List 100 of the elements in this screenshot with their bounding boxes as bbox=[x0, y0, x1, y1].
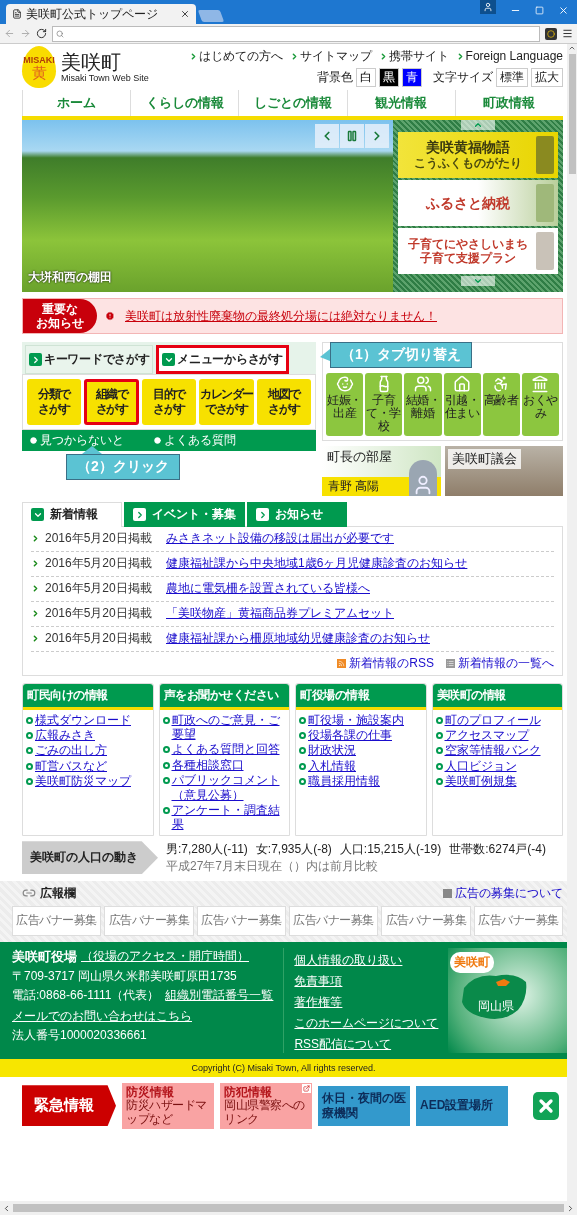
menu-icon[interactable] bbox=[562, 28, 573, 39]
browser-tab[interactable]: 美咲町公式トップページ bbox=[6, 4, 196, 24]
search-tab[interactable]: メニューからさがす bbox=[156, 345, 289, 374]
info-link[interactable]: 美咲町例規集 bbox=[444, 774, 517, 789]
maximize-icon[interactable] bbox=[535, 6, 544, 15]
new-tab-button[interactable] bbox=[197, 10, 225, 22]
news-footer-link[interactable]: 新着情報の一覧へ bbox=[446, 654, 554, 672]
emergency-link[interactable]: AED設置場所 bbox=[416, 1085, 508, 1126]
mayor-banner[interactable]: 町長の部屋 青野 高陽 bbox=[322, 445, 441, 496]
close-icon[interactable] bbox=[180, 9, 190, 19]
ad-banner[interactable]: 広告バナー募集 bbox=[473, 905, 563, 936]
forward-icon[interactable] bbox=[20, 28, 31, 39]
info-link[interactable]: 職員採用情報 bbox=[308, 774, 380, 789]
scroll-up-button[interactable] bbox=[461, 120, 495, 130]
promo-banner[interactable]: 子育てにやさしいまち 子育て支援プラン bbox=[398, 228, 558, 274]
header-link[interactable]: サイトマップ bbox=[289, 47, 372, 65]
info-link[interactable]: 入札情報 bbox=[308, 758, 356, 774]
ad-banner[interactable]: 広告バナー募集 bbox=[104, 905, 194, 936]
news-tab[interactable]: お知らせ bbox=[247, 501, 347, 527]
extension-icon[interactable] bbox=[545, 27, 557, 40]
life-event-link[interactable]: 高齢者 bbox=[482, 373, 520, 436]
info-link[interactable]: 人口ビジョン bbox=[444, 758, 517, 774]
address-field[interactable] bbox=[52, 25, 540, 42]
info-link[interactable]: アンケート・調査結果 bbox=[171, 802, 286, 832]
emergency-link[interactable]: 防犯情報 岡山県警察へのリンク bbox=[220, 1082, 312, 1129]
header-link[interactable]: 携帯サイト bbox=[378, 47, 449, 65]
info-link[interactable]: 空家等情報バンク bbox=[444, 743, 541, 758]
footer-link[interactable]: （役場のアクセス・開庁時間） bbox=[81, 948, 249, 966]
info-link[interactable]: 役場各課の仕事 bbox=[308, 727, 392, 743]
info-link[interactable]: パブリックコメント（意見公募） bbox=[171, 773, 286, 802]
info-link[interactable]: 美咲町防災マップ bbox=[35, 774, 131, 789]
news-tab[interactable]: 新着情報 bbox=[22, 501, 122, 527]
info-link[interactable]: 町政へのご意見・ご要望 bbox=[171, 712, 286, 742]
info-link[interactable]: ごみの出し方 bbox=[35, 743, 107, 758]
next-button[interactable] bbox=[365, 124, 389, 148]
news-link[interactable]: 健康福祉課から柵原地域幼児健康診査のお知らせ bbox=[166, 630, 430, 648]
info-link[interactable]: 財政状況 bbox=[308, 743, 356, 758]
info-link[interactable]: 町役場・施設案内 bbox=[308, 712, 404, 727]
search-option-button[interactable]: 目的で さがす bbox=[141, 379, 197, 425]
info-link[interactable]: 町営バスなど bbox=[35, 758, 107, 774]
color-button[interactable]: 青 bbox=[402, 67, 422, 87]
back-icon[interactable] bbox=[4, 28, 15, 39]
promo-banner[interactable]: 美咲黄福物語 こうふくものがたり bbox=[398, 132, 558, 178]
news-link[interactable]: 「美咲物産」黄福商品券プレミアムセット bbox=[166, 605, 394, 623]
footer-link[interactable]: 免責事項 bbox=[294, 973, 343, 988]
scrollbar-thumb[interactable] bbox=[568, 54, 576, 174]
close-button[interactable] bbox=[533, 1091, 559, 1120]
ad-banner[interactable]: 広告バナー募集 bbox=[12, 905, 102, 936]
notice-link[interactable]: 美咲町は放射性廃棄物の最終処分場には絶対なりません！ bbox=[125, 307, 437, 325]
color-button[interactable]: 黒 bbox=[379, 67, 399, 87]
scroll-down-button[interactable] bbox=[461, 276, 495, 286]
council-banner[interactable]: 美咲町議会 bbox=[444, 445, 563, 496]
close-icon[interactable] bbox=[558, 5, 569, 16]
font-size-button[interactable]: 標準 bbox=[496, 67, 528, 87]
reload-icon[interactable] bbox=[36, 28, 47, 39]
help-link[interactable]: 見つからないと bbox=[30, 432, 124, 449]
footer-link[interactable]: このホームページについて bbox=[294, 1015, 439, 1030]
previous-button[interactable] bbox=[315, 124, 339, 148]
info-link[interactable]: 様式ダウンロード bbox=[35, 712, 131, 727]
scroll-up-icon[interactable] bbox=[568, 44, 576, 52]
header-link[interactable]: Foreign Language bbox=[455, 49, 563, 63]
info-link[interactable]: アクセスマップ bbox=[444, 727, 529, 743]
promo-banner[interactable]: ふるさと納税 bbox=[398, 180, 558, 226]
ad-banner[interactable]: 広告バナー募集 bbox=[381, 905, 471, 936]
scroll-right-icon[interactable] bbox=[566, 1203, 575, 1213]
life-event-link[interactable]: おくやみ bbox=[521, 373, 559, 436]
info-link[interactable]: よくある質問と回答 bbox=[171, 742, 280, 757]
news-footer-link[interactable]: 新着情報のRSS bbox=[337, 654, 434, 672]
color-button[interactable]: 白 bbox=[356, 67, 376, 87]
footer-link[interactable]: 個人情報の取り扱い bbox=[294, 952, 403, 967]
ad-info-link[interactable]: 広告の募集について bbox=[443, 884, 563, 902]
info-link[interactable]: 各種相談窓口 bbox=[171, 757, 244, 773]
search-option-button[interactable]: 組織で さがす bbox=[84, 379, 139, 425]
help-link[interactable]: よくある質問 bbox=[154, 432, 236, 449]
user-icon[interactable] bbox=[480, 0, 496, 14]
life-event-link[interactable]: 子育て・学校 bbox=[365, 373, 403, 436]
header-link[interactable]: はじめての方へ bbox=[188, 47, 283, 65]
footer-link[interactable]: 著作権等 bbox=[294, 994, 343, 1009]
search-option-button[interactable]: 地図で さがす bbox=[256, 379, 311, 425]
ad-banner[interactable]: 広告バナー募集 bbox=[196, 905, 286, 936]
scrollbar-thumb[interactable] bbox=[13, 1204, 564, 1212]
search-option-button[interactable]: カレンダー でさがす bbox=[199, 379, 254, 425]
news-link[interactable]: みさきネット設備の移設は届出が必要です bbox=[166, 530, 394, 548]
footer-link[interactable]: 組織別電話番号一覧 bbox=[165, 986, 274, 1004]
news-tab[interactable]: イベント・募集 bbox=[124, 501, 245, 527]
footer-link[interactable]: RSS配信について bbox=[294, 1036, 392, 1051]
news-link[interactable]: 農地に電気柵を設置されている皆様へ bbox=[166, 580, 370, 598]
search-tab[interactable]: キーワードでさがす bbox=[25, 345, 154, 374]
emergency-link[interactable]: 休日・夜間の医療機関 bbox=[318, 1085, 410, 1126]
life-event-link[interactable]: 引越・住まい bbox=[443, 373, 481, 436]
pause-button[interactable] bbox=[340, 124, 364, 148]
font-size-button[interactable]: 拡大 bbox=[531, 67, 563, 87]
footer-link[interactable]: メールでのお問い合わせはこちら bbox=[12, 1008, 192, 1023]
info-link[interactable]: 広報みさき bbox=[35, 727, 95, 743]
life-event-link[interactable]: 結婚・離婚 bbox=[404, 373, 442, 436]
news-link[interactable]: 健康福祉課から中央地域1歳6ヶ月児健康診査のお知らせ bbox=[166, 555, 468, 573]
ad-banner[interactable]: 広告バナー募集 bbox=[289, 905, 379, 936]
emergency-link[interactable]: 防災情報 防災ハザードマップなど bbox=[122, 1082, 214, 1129]
life-event-link[interactable]: 妊娠・出産 bbox=[326, 373, 364, 436]
info-link[interactable]: 町のプロフィール bbox=[444, 712, 541, 727]
